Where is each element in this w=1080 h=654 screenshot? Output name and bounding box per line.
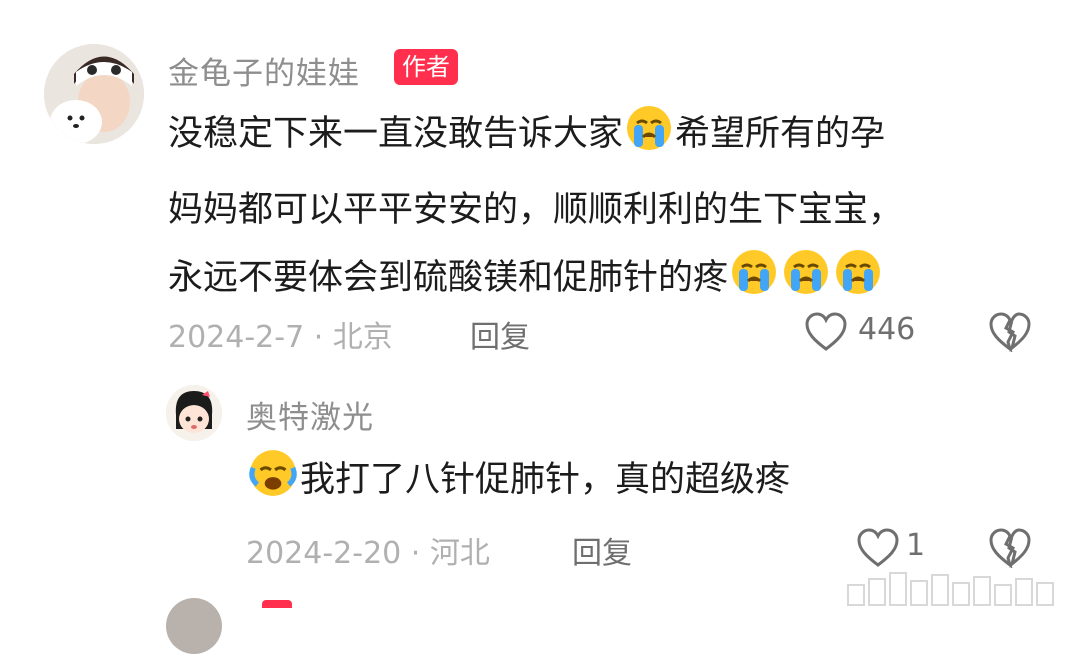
comment-line-2: 妈妈都可以平平安安的，顺顺利利的生下宝宝， (168, 190, 904, 230)
reply-text: 我打了八针促肺针，真的超级疼 (246, 446, 790, 522)
watermark-logo (847, 572, 1054, 606)
reply-avatar[interactable] (166, 385, 222, 441)
reply-avatar-image (166, 385, 222, 441)
crying-face-emoji (729, 247, 779, 320)
crying-face-emoji (781, 247, 831, 320)
reply-like-count: 1 (906, 528, 926, 563)
comment-reply-button[interactable]: 回复 (470, 312, 530, 356)
reply-date-location: 2024-2-20 · 河北 (246, 536, 490, 571)
author-avatar[interactable] (44, 44, 144, 144)
crying-face-emoji (833, 247, 883, 320)
heart-outline-icon[interactable] (804, 312, 848, 356)
avatar-image (44, 44, 144, 144)
author-badge: 作者 (394, 49, 458, 85)
comment-like-count: 446 (858, 312, 916, 347)
comment-text: 没稳定下来一直没敢告诉大家 希望所有的孕 妈妈都可以平平安安的，顺顺利利的生下宝宝… (168, 100, 903, 320)
broken-heart-icon[interactable] (988, 528, 1032, 572)
crying-face-emoji (247, 447, 299, 522)
comment-date-location: 2024-2-7 · 北京 (168, 320, 393, 355)
broken-heart-icon[interactable] (988, 312, 1032, 356)
comment-line-1: 没稳定下来一直没敢告诉大家 希望所有的孕 (168, 100, 903, 176)
reply-author-name[interactable]: 奥特激光 (246, 392, 374, 437)
next-comment-avatar[interactable] (166, 598, 222, 654)
next-comment-badge (262, 600, 292, 608)
heart-outline-icon[interactable] (856, 528, 900, 572)
author-name[interactable]: 金龟子的娃娃 (168, 48, 360, 93)
reply-reply-button[interactable]: 回复 (572, 528, 632, 572)
comment-line-3: 永远不要体会到硫酸镁和促肺针的疼 (168, 244, 903, 320)
crying-face-emoji (624, 103, 674, 176)
